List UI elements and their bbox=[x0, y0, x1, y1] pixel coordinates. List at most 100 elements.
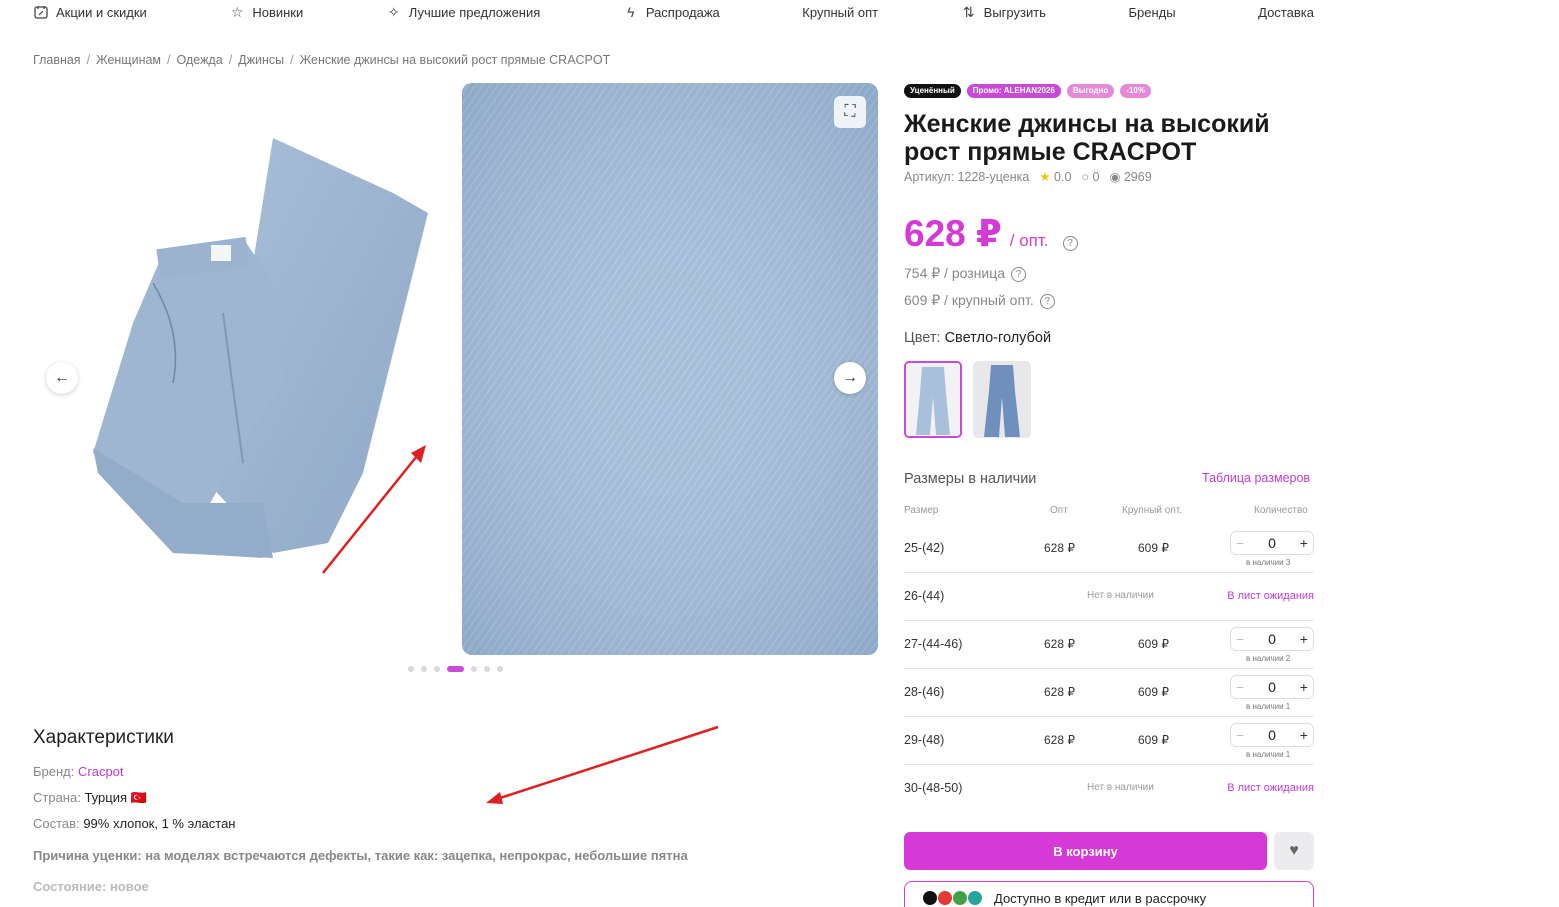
header-size: Размер bbox=[904, 505, 939, 516]
top-navigation: Акции и скидки ☆ Новинки ✧ Лучшие предло… bbox=[33, 0, 1314, 24]
badge-profitable: Выгодно bbox=[1066, 84, 1115, 98]
color-swatch-blue[interactable] bbox=[973, 361, 1031, 438]
nav-label: Распродажа bbox=[645, 4, 720, 20]
help-icon[interactable]: ? bbox=[1039, 293, 1055, 309]
size-table-link[interactable]: Таблица размеров bbox=[1202, 471, 1310, 485]
gallery-prev-button[interactable]: ← bbox=[46, 362, 78, 394]
help-icon[interactable]: ? bbox=[1062, 236, 1078, 251]
quantity-stepper: − 0 + bbox=[1230, 531, 1314, 555]
nav-item-new[interactable]: ☆ Новинки bbox=[229, 4, 303, 20]
size-opt-price: 628 ₽ bbox=[1044, 733, 1075, 747]
breadcrumb-women[interactable]: Женщинам bbox=[96, 53, 161, 67]
nav-item-wholesale[interactable]: Крупный опт bbox=[802, 5, 878, 20]
plus-button[interactable]: + bbox=[1300, 679, 1308, 695]
gallery-next-button[interactable]: → bbox=[834, 362, 866, 394]
product-badges: Уценённый Промо: ALEHAN2026 Выгодно -10% bbox=[904, 84, 1151, 98]
quantity-value[interactable]: 0 bbox=[1268, 679, 1276, 695]
gallery-dot[interactable] bbox=[471, 666, 477, 672]
breadcrumb-separator: / bbox=[228, 53, 233, 67]
size-row: 26-(44) Нет в наличии В лист ожидания bbox=[904, 573, 1314, 621]
nav-item-brands[interactable]: Бренды bbox=[1128, 5, 1175, 20]
breadcrumb-jeans[interactable]: Джинсы bbox=[238, 53, 284, 67]
minus-button[interactable]: − bbox=[1236, 535, 1244, 551]
size-row: 30-(48-50) Нет в наличии В лист ожидания bbox=[904, 765, 1314, 813]
waitlist-link[interactable]: В лист ожидания bbox=[1227, 590, 1314, 602]
badge-promo: Промо: ALEHAN2026 bbox=[966, 84, 1061, 98]
size-bulk-price: 609 ₽ bbox=[1138, 541, 1169, 555]
plus-button[interactable]: + bbox=[1300, 631, 1308, 647]
size-label: 29-(48) bbox=[904, 733, 945, 747]
star-icon: ☆ bbox=[231, 3, 244, 20]
breadcrumb-clothing[interactable]: Одежда bbox=[177, 53, 223, 67]
char-brand: Бренд: Cracpot bbox=[33, 764, 124, 779]
plus-button[interactable]: + bbox=[1300, 727, 1308, 743]
product-meta: Артикул: 1228-уценка ★ 0.0 ○ 0 ◉ 2969 bbox=[904, 169, 1152, 185]
help-icon[interactable]: ? bbox=[1011, 266, 1027, 282]
price-main-value: 628 ₽ bbox=[904, 213, 1002, 254]
minus-button[interactable]: − bbox=[1236, 727, 1244, 743]
nav-item-promotions[interactable]: Акции и скидки bbox=[33, 4, 147, 20]
char-brand-link[interactable]: Cracpot bbox=[78, 764, 124, 779]
gallery-dot[interactable] bbox=[408, 666, 414, 672]
nav-label: Лучшие предложения bbox=[408, 4, 541, 20]
size-opt-price: 628 ₽ bbox=[1044, 637, 1075, 651]
availability: в наличии 1 bbox=[1246, 750, 1291, 759]
lightning-icon: ϟ bbox=[627, 4, 635, 20]
color-swatch-light-blue[interactable] bbox=[904, 361, 962, 438]
price-bulk: 609 ₽ / крупный опт.? bbox=[904, 292, 1055, 309]
bank-logos-icon bbox=[923, 891, 982, 905]
color-label: Цвет: Светло-голубой bbox=[904, 330, 1051, 346]
char-country-value: Турция 🇹🇷 bbox=[84, 790, 147, 805]
favorite-button[interactable]: ♥ bbox=[1274, 832, 1314, 870]
badge-markdown: Уценённый bbox=[904, 84, 961, 98]
sizes-title: Размеры в наличии bbox=[904, 471, 1037, 487]
size-label: 25-(42) bbox=[904, 541, 945, 555]
comment-icon: ○ bbox=[1081, 169, 1089, 184]
header-opt: Опт bbox=[1050, 505, 1068, 516]
export-icon: ⇅ bbox=[962, 3, 975, 20]
plus-button[interactable]: + bbox=[1300, 535, 1308, 551]
size-opt-price: 628 ₽ bbox=[1044, 541, 1075, 555]
sparkle-icon: ✧ bbox=[387, 3, 400, 20]
nav-item-export[interactable]: ⇅ Выгрузить bbox=[961, 4, 1046, 20]
size-label: 27-(44-46) bbox=[904, 637, 963, 651]
gallery-dot[interactable] bbox=[434, 666, 440, 672]
comments-count: 0 bbox=[1092, 169, 1100, 184]
nav-item-best-offers[interactable]: ✧ Лучшие предложения bbox=[386, 3, 541, 20]
availability: в наличии 2 bbox=[1246, 654, 1291, 663]
gallery-dot[interactable] bbox=[421, 666, 427, 672]
add-to-cart-button[interactable]: В корзину bbox=[904, 832, 1267, 870]
product-title: Женские джинсы на высокий рост прямые CR… bbox=[904, 110, 1270, 166]
nav-label: Акции и скидки bbox=[56, 4, 147, 20]
nav-label: Бренды bbox=[1128, 4, 1176, 20]
gallery-dot[interactable] bbox=[447, 666, 464, 672]
comments[interactable]: ○ 0 bbox=[1081, 170, 1099, 184]
out-of-stock-label: Нет в наличии bbox=[1087, 782, 1154, 793]
waitlist-link[interactable]: В лист ожидания bbox=[1227, 782, 1314, 794]
product-photo-folded[interactable] bbox=[33, 83, 453, 655]
breadcrumb-home[interactable]: Главная bbox=[33, 53, 81, 67]
quantity-value[interactable]: 0 bbox=[1268, 535, 1276, 551]
quantity-value[interactable]: 0 bbox=[1268, 727, 1276, 743]
nav-item-delivery[interactable]: Доставка bbox=[1258, 5, 1314, 20]
nav-item-sale[interactable]: ϟ Распродажа bbox=[623, 4, 720, 20]
gallery-dot[interactable] bbox=[484, 666, 490, 672]
size-row: 28-(46) 628 ₽ 609 ₽ − 0 + в наличии 1 bbox=[904, 669, 1314, 717]
gallery-dot[interactable] bbox=[497, 666, 503, 672]
size-label: 30-(48-50) bbox=[904, 781, 963, 795]
product-photo-main[interactable] bbox=[462, 83, 878, 655]
minus-button[interactable]: − bbox=[1236, 631, 1244, 647]
rating: ★ 0.0 bbox=[1039, 169, 1071, 184]
breadcrumb-separator: / bbox=[167, 53, 171, 67]
char-composition: Состав: 99% хлопок, 1 % эластан bbox=[33, 816, 235, 831]
fullscreen-button[interactable]: ⛶ bbox=[834, 96, 866, 128]
views: ◉ 2969 bbox=[1109, 169, 1151, 184]
credit-banner[interactable]: Доступно в кредит или в рассрочку bbox=[904, 881, 1314, 907]
fullscreen-icon: ⛶ bbox=[844, 103, 856, 120]
quantity-stepper: − 0 + bbox=[1230, 723, 1314, 747]
minus-button[interactable]: − bbox=[1236, 679, 1244, 695]
char-defect-reason: Причина уценки: на моделях встречаются д… bbox=[33, 848, 688, 863]
price-retail: 754 ₽ / розница? bbox=[904, 265, 1027, 282]
quantity-value[interactable]: 0 bbox=[1268, 631, 1276, 647]
char-composition-value: 99% хлопок, 1 % эластан bbox=[83, 816, 236, 831]
